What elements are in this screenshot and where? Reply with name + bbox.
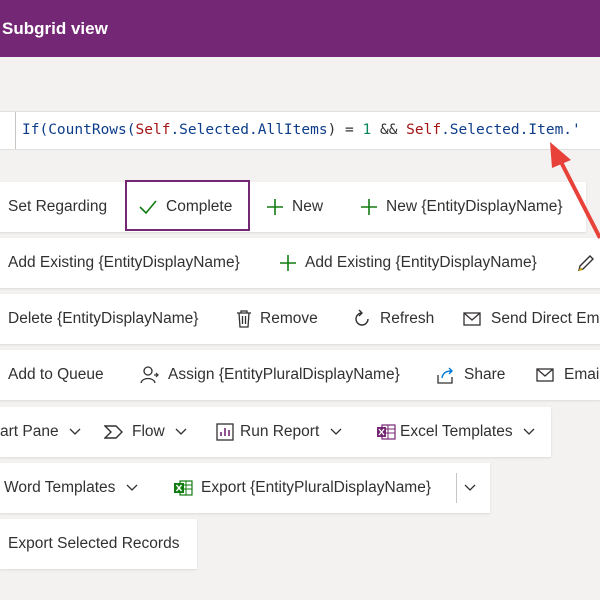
command-row-7: Export Selected Records [0,519,197,569]
report-icon [216,423,234,441]
app-header: Subgrid view [0,0,600,57]
send-direct-email-button[interactable]: Send Direct Em [463,294,600,344]
pencil-icon [576,253,596,273]
delete-button[interactable]: Delete {EntityDisplayName} [8,294,198,344]
set-regarding-button[interactable]: Set Regarding [8,182,107,232]
split-divider [456,473,457,503]
mail-send-icon [463,310,483,328]
add-to-queue-label: Add to Queue [8,366,104,383]
plus-icon [266,198,284,216]
word-templates-button[interactable]: Word Templates [4,463,138,513]
refresh-button[interactable]: Refresh [352,294,434,344]
export-selected-records-label: Export Selected Records [8,535,180,552]
chevron-down-icon [330,407,342,457]
export-button[interactable]: Export {EntityPluralDisplayName} [173,463,431,513]
add-existing-label: Add Existing {EntityDisplayName} [8,254,240,271]
run-report-label: Run Report [240,423,320,441]
chevron-down-icon [523,407,535,457]
word-templates-label: Word Templates [4,479,116,497]
flow-button[interactable]: Flow [104,407,187,457]
command-row-2: Add Existing {EntityDisplayName} Add Exi… [0,238,600,288]
chevron-down-icon [126,463,138,513]
set-regarding-label: Set Regarding [8,198,108,215]
edit-button[interactable] [576,238,600,288]
chevron-down-icon [69,407,81,457]
complete-label: Complete [166,198,233,215]
formula-token: CountRows( [48,122,136,138]
formula-text[interactable]: If(CountRows(Self.Selected.AllItems) = 1… [22,112,581,148]
remove-button[interactable]: Remove [236,294,318,344]
chart-pane-button[interactable]: art Pane [0,407,81,457]
refresh-label: Refresh [380,310,435,327]
formula-token: Self [406,122,442,138]
page-title: Subgrid view [2,19,108,38]
excel-templates-button[interactable]: Excel Templates [376,407,535,457]
add-existing-plus-button[interactable]: Add Existing {EntityDisplayName} [279,238,537,288]
refresh-icon [352,309,372,329]
command-row-6: Word Templates Export {EntityPluralDispl… [0,463,490,513]
add-to-queue-button[interactable]: Add to Queue [8,350,104,400]
new-entity-button[interactable]: New {EntityDisplayName} [360,182,563,232]
assign-label: Assign {EntityPluralDisplayName} [168,366,400,383]
formula-bar[interactable]: If(CountRows(Self.Selected.AllItems) = 1… [0,111,600,150]
new-button[interactable]: New [266,182,323,232]
sub-bar [0,57,600,111]
command-row-5: art Pane Flow Run Report Excel Templates [0,407,551,457]
chevron-down-icon [175,407,187,457]
trash-icon [236,309,252,329]
share-label: Share [464,366,506,383]
command-row-3: Delete {EntityDisplayName} Remove Refres… [0,294,600,344]
formula-token: && [371,122,407,138]
remove-label: Remove [260,310,318,327]
chevron-down-icon [464,463,476,513]
formula-gutter [0,112,16,149]
formula-token: 1 [362,122,372,138]
excel-template-icon [376,423,396,441]
plus-icon [279,254,297,272]
run-report-button[interactable]: Run Report [216,407,342,457]
excel-templates-label: Excel Templates [400,423,513,441]
flow-label: Flow [132,423,165,441]
assign-button[interactable]: Assign {EntityPluralDisplayName} [140,350,400,400]
share-button[interactable]: Share [436,350,505,400]
add-existing-button[interactable]: Add Existing {EntityDisplayName} [8,238,240,288]
chart-pane-label: art Pane [0,423,59,441]
new-label: New [292,198,324,215]
check-icon [138,199,158,215]
formula-token: If( [22,122,49,138]
export-selected-records-button[interactable]: Export Selected Records [8,519,179,569]
plus-icon [360,198,378,216]
add-existing-plus-label: Add Existing {EntityDisplayName} [305,254,537,271]
share-icon [436,365,456,385]
complete-button[interactable]: Complete [138,182,232,232]
flow-icon [104,424,124,440]
excel-icon [173,479,193,497]
export-label: Export {EntityPluralDisplayName} [201,479,432,496]
formula-token: Self [135,122,171,138]
email-label: Email [564,366,600,383]
formula-token: .Selected.Item.' [441,122,581,138]
formula-token: .Selected.AllItems [170,122,328,138]
person-icon [140,365,160,385]
send-direct-email-label: Send Direct Em [491,310,600,327]
delete-label: Delete {EntityDisplayName} [8,310,199,327]
mail-icon [536,366,556,384]
export-dropdown-button[interactable] [464,463,476,513]
command-row-4: Add to Queue Assign {EntityPluralDisplay… [0,350,600,400]
new-entity-label: New {EntityDisplayName} [386,198,563,215]
command-row-1: Set Regarding Complete New New {EntityDi… [0,180,586,232]
formula-token: ) = [327,122,363,138]
email-button[interactable]: Email [536,350,600,400]
